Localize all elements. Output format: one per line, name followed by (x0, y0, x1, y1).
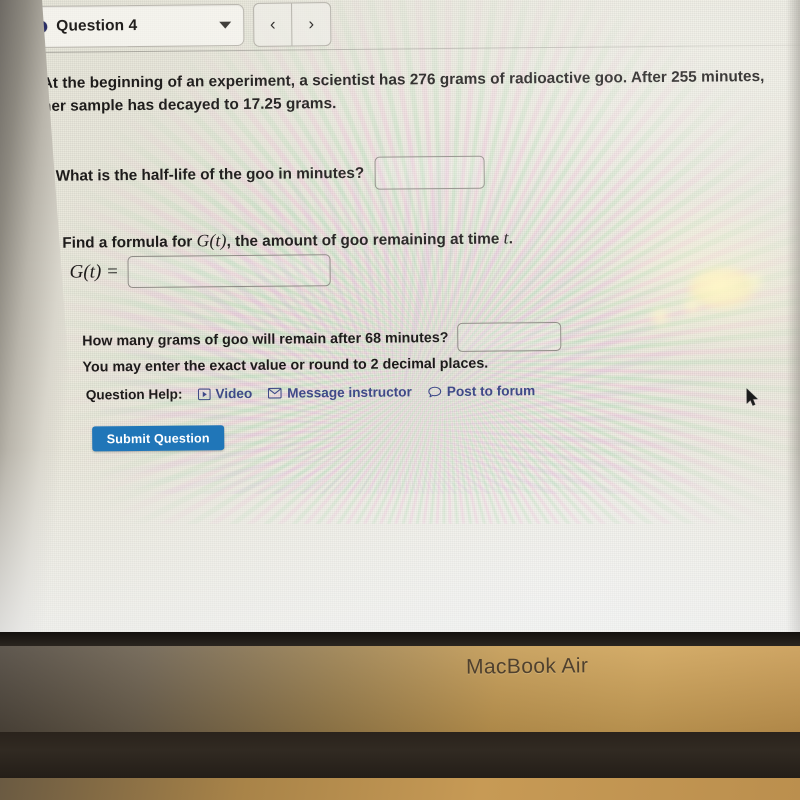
question-intro-text: At the beginning of an experiment, a sci… (41, 67, 765, 115)
help-link-message-instructor[interactable]: Message instructor (268, 384, 412, 401)
screenshot-root: Question 4 ‹ › At the beginning of an ex… (0, 0, 800, 800)
question-status-bullet-icon (35, 20, 48, 33)
chassis-gold-bezel-upper (0, 646, 800, 732)
speech-bubble-icon (428, 386, 442, 398)
part2-prompt-after: , the amount of goo remaining at time (226, 230, 504, 251)
help-link-post-to-forum[interactable]: Post to forum (428, 383, 535, 399)
grams-remaining-input[interactable] (457, 321, 562, 352)
chassis-hinge-shadow (0, 732, 800, 778)
part2-prompt-before: Find a formula for (62, 233, 197, 252)
laptop-chassis (0, 632, 800, 800)
question-help-label: Question Help: (85, 386, 183, 403)
video-play-icon (197, 387, 211, 400)
question-part-2: G(t) = (69, 254, 331, 289)
part3-prompt: How many grams of goo will remain after … (82, 329, 449, 350)
half-life-input[interactable] (374, 155, 486, 190)
help-link-post-to-forum-label: Post to forum (446, 383, 536, 400)
help-link-video[interactable]: Video (197, 386, 252, 402)
part2-prompt-math: G(t) (196, 230, 227, 251)
part2-prompt-end: . (508, 230, 514, 248)
submit-question-button[interactable]: Submit Question (92, 425, 225, 452)
mouse-cursor-icon (746, 388, 760, 408)
question-part-3: How many grams of goo will remain after … (82, 321, 562, 356)
question-selector-dropdown[interactable]: Question 4 (22, 3, 245, 49)
question-help-row: Question Help: Video Message instructor … (86, 383, 552, 402)
chevron-down-icon (219, 21, 232, 29)
envelope-icon (268, 387, 283, 399)
web-page-content: Question 4 ‹ › At the beginning of an ex… (0, 0, 800, 638)
formula-input[interactable] (127, 254, 331, 289)
part3-note: You may enter the exact value or round t… (82, 355, 489, 376)
help-link-message-instructor-label: Message instructor (287, 384, 412, 401)
chassis-top-shadow (0, 632, 800, 646)
formula-equation-label: G(t) = (69, 261, 119, 283)
part2-prompt: Find a formula for G(t), the amount of g… (62, 227, 513, 252)
question-navigation-bar: Question 4 ‹ › (22, 2, 332, 49)
previous-question-button[interactable]: ‹ (254, 3, 293, 46)
question-selector-label: Question 4 (56, 16, 138, 35)
next-question-button[interactable]: › (292, 3, 330, 45)
question-part-1: What is the half-life of the goo in minu… (55, 155, 486, 193)
help-link-video-label: Video (215, 385, 253, 402)
chassis-gold-bezel-lower (0, 778, 800, 800)
question-nav-button-group: ‹ › (253, 2, 332, 47)
part1-prompt: What is the half-life of the goo in minu… (55, 164, 365, 185)
